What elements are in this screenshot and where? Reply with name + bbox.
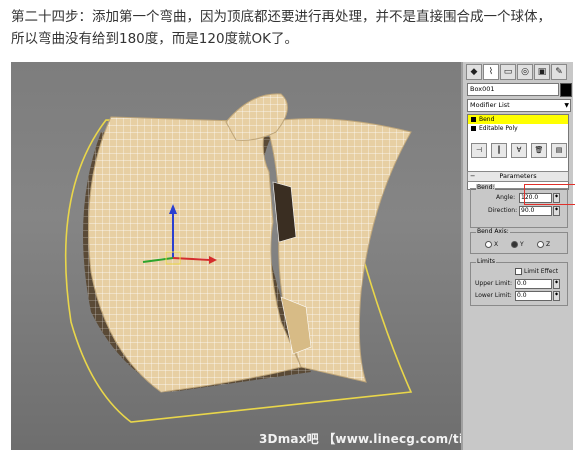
- lower-limit-label: Lower Limit:: [475, 292, 512, 299]
- angle-highlight-box: [524, 184, 575, 205]
- axis-y-radio[interactable]: Y: [511, 240, 524, 249]
- modifier-list-dropdown[interactable]: Modifier List ▼: [467, 99, 571, 112]
- collapse-icon: −: [470, 172, 476, 180]
- command-panel: ◆ ⌇ ▭ ◎ ▣ ✎ Box001 Modifier List ▼ Bend …: [461, 62, 575, 450]
- perspective-viewport[interactable]: 3Dmax吧 【www.linecg.com/tieba/1771】: [11, 62, 461, 450]
- upper-limit-label: Upper Limit:: [475, 280, 512, 287]
- configure-sets-icon[interactable]: ▤: [551, 142, 567, 158]
- direction-spinner[interactable]: ◆: [553, 206, 560, 216]
- bend-group-label: Bend:: [476, 184, 496, 192]
- display-tab-icon[interactable]: ▣: [534, 64, 550, 80]
- pin-stack-icon[interactable]: ⊣: [471, 142, 487, 158]
- parameters-rollout-header[interactable]: − Parameters: [467, 171, 569, 182]
- limit-effect-checkbox[interactable]: Limit Effect: [515, 267, 558, 276]
- radio-icon: [485, 241, 492, 248]
- stack-item-editable-poly[interactable]: Editable Poly: [468, 124, 568, 133]
- caption-line-1: 第二十四步：添加第一个弯曲，因为顶底都还要进行再处理，并不是直接围合成一个球体，: [11, 9, 551, 25]
- viewport-scene: [64, 93, 413, 423]
- object-color-swatch[interactable]: [560, 83, 572, 97]
- make-unique-icon[interactable]: ∀: [511, 142, 527, 158]
- lower-limit-spinner[interactable]: ◆: [553, 291, 560, 301]
- modifier-list-label: Modifier List: [470, 101, 510, 109]
- stack-item-bend[interactable]: Bend: [468, 115, 568, 124]
- angle-label: Angle:: [496, 194, 516, 201]
- utilities-tab-icon[interactable]: ✎: [551, 64, 567, 80]
- motion-tab-icon[interactable]: ◎: [517, 64, 533, 80]
- checkbox-icon: [515, 268, 522, 275]
- watermark: 3Dmax吧 【www.linecg.com/tieba/1771】: [259, 432, 461, 446]
- show-end-result-icon[interactable]: ║: [491, 142, 507, 158]
- limits-label: Limits: [476, 258, 496, 266]
- lower-limit-input[interactable]: 0.0: [515, 291, 552, 301]
- axis-z-radio[interactable]: Z: [537, 240, 550, 249]
- object-name-field[interactable]: Box001: [467, 83, 559, 96]
- limits-group: Limits Limit Effect Upper Limit: 0.0 ◆ L…: [470, 258, 568, 306]
- radio-selected-icon: [511, 241, 518, 248]
- direction-input[interactable]: 90.0: [519, 206, 552, 216]
- modify-tab-icon[interactable]: ⌇: [483, 64, 499, 80]
- caption-line-2: 所以弯曲没有给到180度，而是120度就OK了。: [11, 31, 299, 47]
- create-tab-icon[interactable]: ◆: [466, 64, 482, 80]
- limit-effect-label: Limit Effect: [524, 268, 559, 275]
- bulb-icon: [471, 117, 476, 122]
- axis-y-label: Y: [520, 241, 524, 248]
- bend-axis-label: Bend Axis:: [476, 228, 510, 236]
- hierarchy-tab-icon[interactable]: ▭: [500, 64, 516, 80]
- expand-icon: [471, 126, 476, 131]
- stack-toolbar: ⊣ ║ ∀ 🗑 ▤: [467, 142, 573, 158]
- axis-x-radio[interactable]: X: [485, 240, 498, 249]
- upper-limit-input[interactable]: 0.0: [515, 279, 552, 289]
- axis-x-label: X: [494, 241, 499, 248]
- upper-limit-spinner[interactable]: ◆: [553, 279, 560, 289]
- axis-z-label: Z: [546, 241, 551, 248]
- stack-item-label: Bend: [479, 116, 495, 123]
- chevron-down-icon: ▼: [564, 102, 569, 109]
- remove-modifier-icon[interactable]: 🗑: [531, 142, 547, 158]
- bend-axis-group: Bend Axis: X Y Z: [470, 228, 568, 254]
- article-caption: 第二十四步：添加第一个弯曲，因为顶底都还要进行再处理，并不是直接围合成一个球体，…: [11, 6, 571, 50]
- radio-icon: [537, 241, 544, 248]
- direction-label: Direction:: [488, 207, 518, 214]
- max-screenshot: 3Dmax吧 【www.linecg.com/tieba/1771】 ◆ ⌇ ▭…: [11, 62, 575, 450]
- stack-item-label: Editable Poly: [479, 125, 518, 132]
- parameters-title: Parameters: [499, 172, 537, 180]
- panel-tabs: ◆ ⌇ ▭ ◎ ▣ ✎: [466, 64, 567, 80]
